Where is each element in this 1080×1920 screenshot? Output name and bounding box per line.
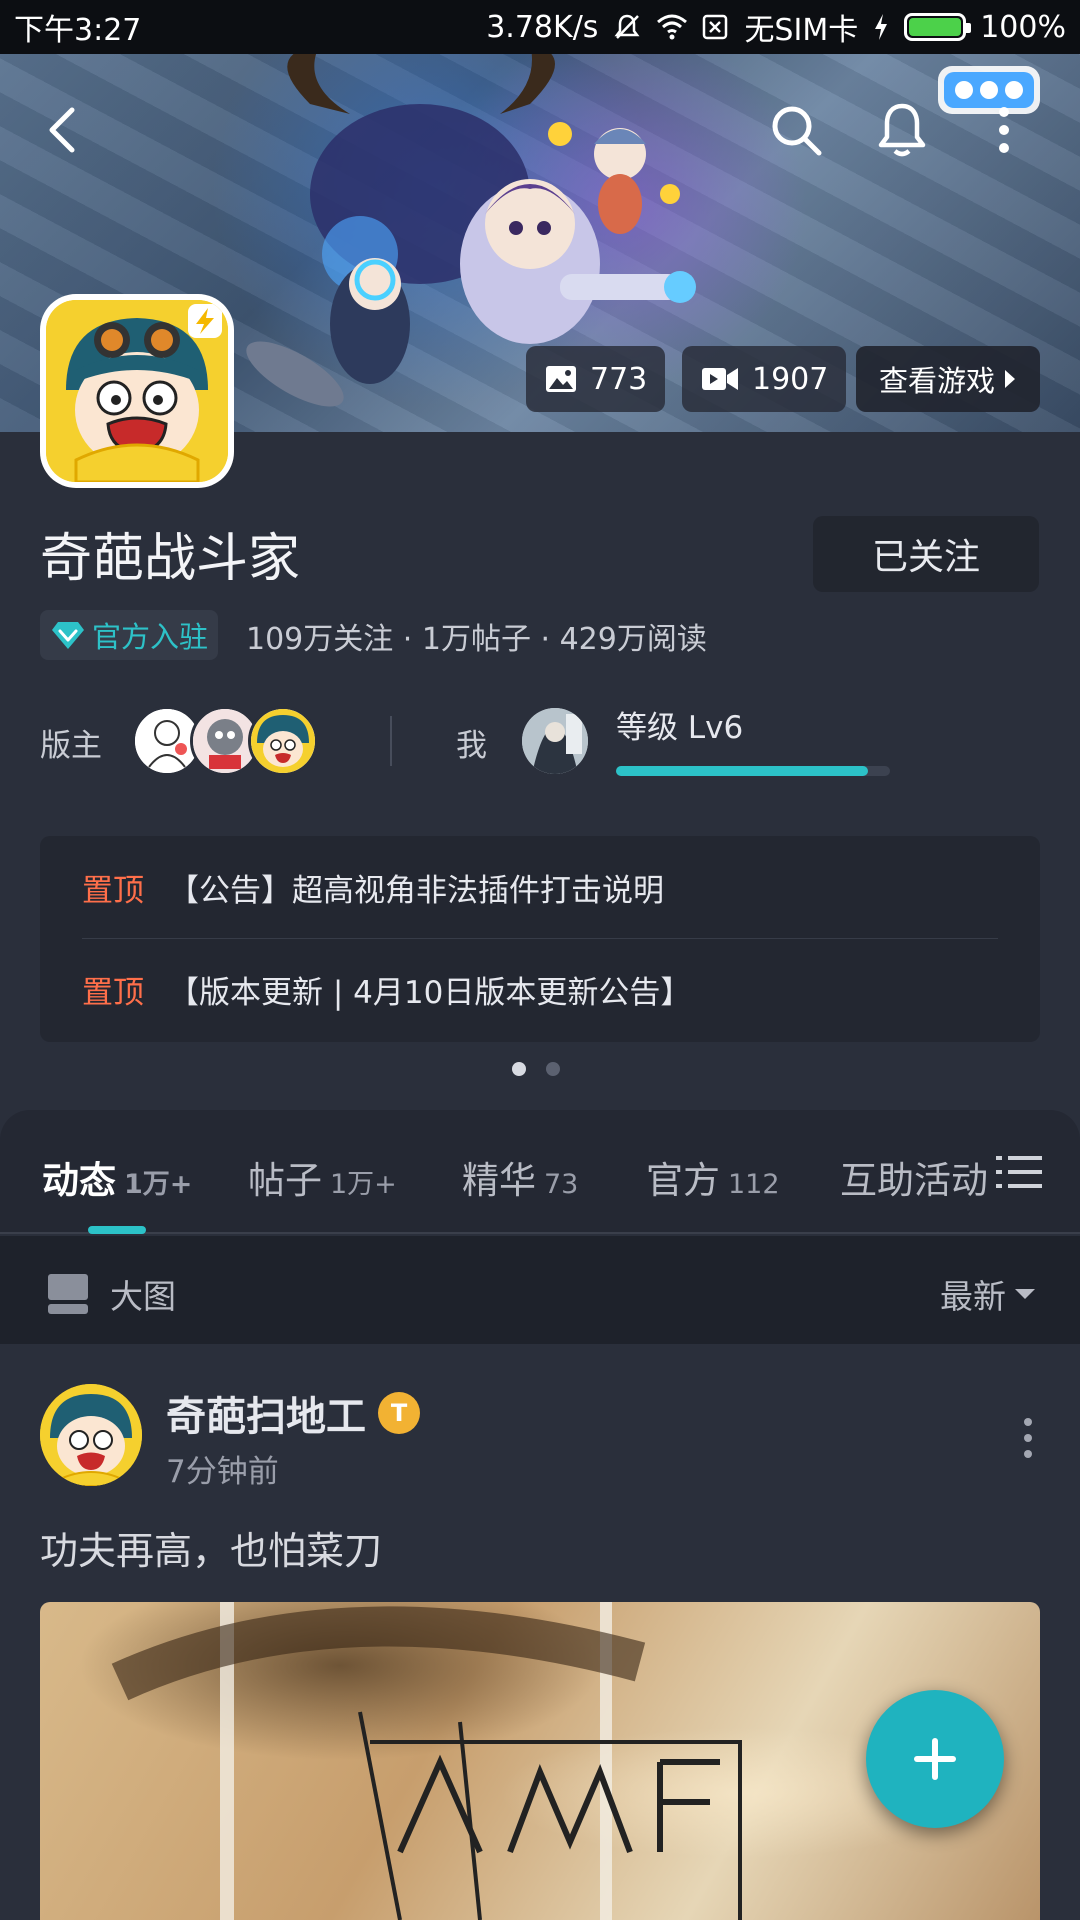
notice-text: 【版本更新 | 4月10日版本更新公告】 <box>168 975 692 1011</box>
author-name: 奇葩扫地工 <box>166 1394 366 1440</box>
video-count: 1907 <box>752 361 829 397</box>
view-game-button[interactable]: 查看游戏 <box>856 346 1040 412</box>
charging-icon <box>872 12 890 42</box>
level-text: 等级 Lv6 <box>616 710 744 746</box>
tab-label: 帖子 <box>248 1159 322 1202</box>
diamond-icon <box>52 622 84 649</box>
forum-stats: 109万关注 · 1万帖子 · 429万阅读 <box>246 622 707 657</box>
post-author-avatar[interactable] <box>40 1384 142 1486</box>
pinned-notices: 置顶 【公告】超高视角非法插件打击说明 置顶 【版本更新 | 4月10日版本更新… <box>40 836 1040 1042</box>
create-post-button[interactable] <box>866 1690 1004 1828</box>
notification-button[interactable] <box>866 94 938 166</box>
tab-dynamic[interactable]: 动态 1万+ <box>42 1150 192 1204</box>
tab-count: 1万+ <box>124 1169 193 1200</box>
view-mode-toggle[interactable]: 大图 <box>48 1270 176 1318</box>
search-button[interactable] <box>760 94 832 166</box>
tab-bar: 动态 1万+ 帖子 1万+ 精华 73 官方 112 互助活动 <box>0 1110 1080 1234</box>
view-game-label: 查看游戏 <box>878 364 995 398</box>
status-bar: 下午3:27 3.78K/s 无SIM卡 100% <box>0 0 1080 54</box>
status-time: 下午3:27 <box>14 13 142 48</box>
moderator-avatar[interactable] <box>248 706 318 776</box>
filter-bar: 大图 最新 <box>0 1236 1080 1344</box>
tab-label: 互助活动 <box>840 1159 988 1202</box>
forum-app-icon[interactable] <box>40 294 234 488</box>
back-button[interactable] <box>26 94 98 166</box>
divider <box>390 716 392 766</box>
search-icon <box>772 106 822 156</box>
post-more-icon[interactable] <box>1010 1416 1046 1460</box>
tab-posts[interactable]: 帖子 1万+ <box>248 1150 397 1204</box>
pin-tag: 置顶 <box>82 872 144 909</box>
post-text: 功夫再高，也怕菜刀 <box>40 1529 383 1573</box>
post-author[interactable]: 奇葩扫地工 T <box>166 1384 420 1442</box>
mute-icon <box>612 12 642 42</box>
image-icon <box>546 366 576 392</box>
video-count-button[interactable]: 1907 <box>682 346 847 412</box>
wifi-icon <box>656 12 688 42</box>
tab-count: 1万+ <box>330 1169 397 1200</box>
notice-text: 【公告】超高视角非法插件打击说明 <box>168 872 664 909</box>
tab-count: 112 <box>728 1169 780 1200</box>
tab-official[interactable]: 官方 112 <box>646 1150 780 1204</box>
tab-featured[interactable]: 精华 73 <box>462 1150 578 1204</box>
forum-title: 奇葩战斗家 <box>40 529 301 589</box>
back-icon <box>49 107 75 153</box>
play-arrow-icon <box>1005 370 1015 388</box>
my-avatar[interactable] <box>522 708 588 774</box>
tab-label: 官方 <box>646 1159 720 1202</box>
game-character-icon <box>46 300 228 482</box>
pin-tag: 置顶 <box>82 975 144 1011</box>
follow-button[interactable]: 已关注 <box>813 516 1039 592</box>
tab-events[interactable]: 互助活动 <box>840 1150 990 1204</box>
pinned-notice[interactable]: 置顶 【版本更新 | 4月10日版本更新公告】 <box>82 938 998 1040</box>
network-speed: 3.78K/s <box>486 9 599 45</box>
tab-label: 精华 <box>462 1159 536 1202</box>
official-badge[interactable]: 官方入驻 <box>40 610 219 660</box>
more-button[interactable] <box>968 94 1040 166</box>
level-progress-bar <box>616 766 890 776</box>
battery-icon <box>904 13 972 41</box>
plus-icon <box>914 1738 956 1780</box>
status-indicators: 3.78K/s 无SIM卡 100% <box>486 5 1066 49</box>
large-image-icon <box>48 1274 88 1314</box>
battery-percent: 100% <box>980 9 1066 45</box>
image-count: 773 <box>590 361 648 397</box>
page-dot <box>546 1062 560 1076</box>
active-tab-indicator <box>88 1226 146 1234</box>
author-badge: T <box>378 1392 420 1434</box>
tab-label: 动态 <box>42 1159 116 1202</box>
no-sim-icon <box>700 12 730 42</box>
page-dot-active <box>512 1062 526 1076</box>
sort-dropdown[interactable]: 最新 <box>940 1270 1036 1318</box>
sim-status: 无SIM卡 <box>744 13 859 48</box>
page-indicator <box>512 1062 560 1076</box>
level-progress-fill <box>616 766 869 776</box>
moderators-label: 版主 <box>40 728 102 764</box>
post-time: 7分钟前 <box>166 1454 279 1490</box>
video-icon <box>702 368 738 390</box>
pinned-notice[interactable]: 置顶 【公告】超高视角非法插件打击说明 <box>82 836 998 938</box>
bell-icon <box>878 103 926 157</box>
menu-icon[interactable] <box>996 1152 1042 1192</box>
tab-count: 73 <box>544 1169 579 1200</box>
chevron-down-icon <box>1015 1289 1035 1299</box>
image-count-button[interactable]: 773 <box>526 346 666 412</box>
me-label: 我 <box>456 728 487 764</box>
more-icon <box>999 107 1009 153</box>
official-label: 官方入驻 <box>92 620 209 654</box>
view-mode-label: 大图 <box>110 1277 176 1316</box>
moderators-row: 版主 我 等级 Lv6 <box>40 700 1040 780</box>
sort-label: 最新 <box>940 1277 1006 1316</box>
